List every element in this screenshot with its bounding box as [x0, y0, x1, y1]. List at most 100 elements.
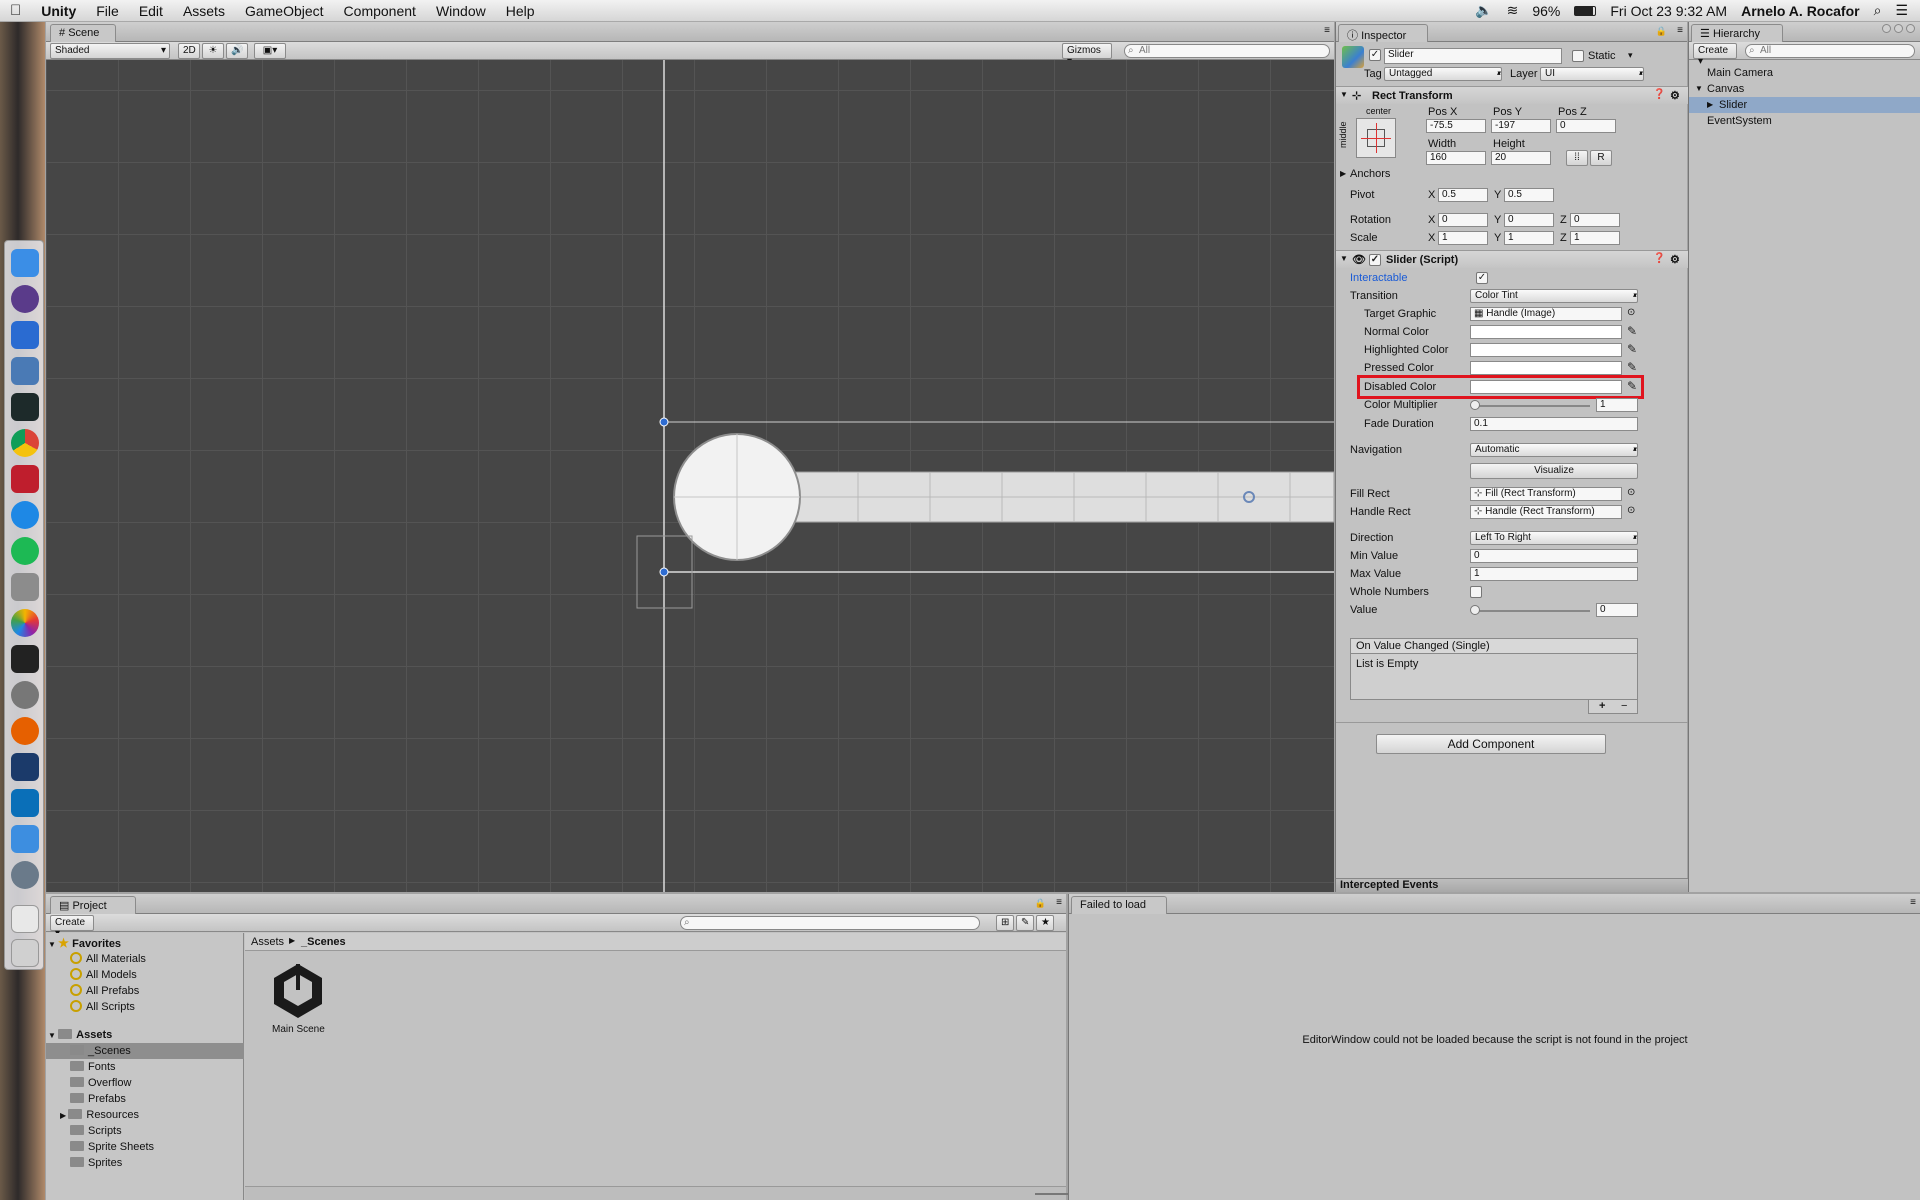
- scene-view[interactable]: [46, 60, 1334, 892]
- object-picker-icon[interactable]: ⊙: [1627, 487, 1635, 498]
- menu-component[interactable]: Component: [334, 3, 426, 19]
- favorite-all-prefabs[interactable]: All Prefabs: [70, 983, 139, 999]
- assets-section[interactable]: ▼ Assets: [48, 1027, 112, 1043]
- breadcrumb-assets[interactable]: Assets: [251, 936, 284, 948]
- tab-hierarchy[interactable]: ☰ Hierarchy: [1691, 24, 1783, 42]
- blueprint-mode-icon[interactable]: ⁞⁞: [1566, 150, 1588, 166]
- window-minimize-icon[interactable]: [1894, 24, 1903, 33]
- value-field[interactable]: 0: [1596, 603, 1638, 617]
- raw-edit-button[interactable]: R: [1590, 150, 1612, 166]
- unity-icon[interactable]: [11, 645, 39, 673]
- menu-gameobject[interactable]: GameObject: [235, 3, 334, 19]
- panel-menu-icon[interactable]: ≡: [1324, 25, 1330, 36]
- object-picker-icon[interactable]: ⊙: [1627, 307, 1635, 318]
- expand-right-icon[interactable]: ▶: [60, 1111, 68, 1120]
- foldout-arrow-icon[interactable]: ▼: [1340, 90, 1348, 99]
- intercepted-events-bar[interactable]: Intercepted Events: [1336, 878, 1688, 892]
- menu-file[interactable]: File: [86, 3, 129, 19]
- folder-prefabs[interactable]: Prefabs: [70, 1091, 126, 1107]
- hierarchy-item-main-camera[interactable]: Main Camera: [1689, 65, 1920, 81]
- object-name-field[interactable]: Slider: [1384, 48, 1562, 64]
- menu-unity[interactable]: Unity: [31, 3, 86, 19]
- rotation-z-field[interactable]: 0: [1570, 213, 1620, 227]
- filezilla-icon[interactable]: [11, 465, 39, 493]
- menu-assets[interactable]: Assets: [173, 3, 235, 19]
- filter-type-icon[interactable]: ⊞: [996, 915, 1014, 931]
- color-multiplier-slider-thumb[interactable]: [1470, 400, 1480, 410]
- breadcrumb-scenes[interactable]: _Scenes: [301, 936, 346, 948]
- notification-center-icon[interactable]: ☰: [1895, 2, 1908, 19]
- project-search-input[interactable]: ⌕: [680, 916, 980, 930]
- scale-y-field[interactable]: 1: [1504, 231, 1554, 245]
- anchors-label[interactable]: Anchors: [1350, 168, 1390, 180]
- xcode-icon[interactable]: [11, 825, 39, 853]
- anchor-preset-button[interactable]: [1356, 118, 1396, 158]
- rotation-y-field[interactable]: 0: [1504, 213, 1554, 227]
- firefox-icon[interactable]: [11, 717, 39, 745]
- pivot-x-field[interactable]: 0.5: [1438, 188, 1488, 202]
- tag-dropdown[interactable]: Untagged: [1384, 67, 1502, 81]
- highlighted-color-swatch[interactable]: [1470, 343, 1622, 357]
- window-zoom-icon[interactable]: [1906, 24, 1915, 33]
- value-slider-thumb[interactable]: [1470, 605, 1480, 615]
- foldout-arrow-icon[interactable]: ▼: [1340, 254, 1348, 263]
- photos-icon[interactable]: [11, 609, 39, 637]
- folder-scenes[interactable]: _Scenes: [46, 1043, 244, 1059]
- hierarchy-item-slider[interactable]: ▶ Slider: [1689, 97, 1920, 113]
- favorite-all-models[interactable]: All Models: [70, 967, 137, 983]
- network-icon[interactable]: [11, 861, 39, 889]
- max-value-field[interactable]: 1: [1470, 567, 1638, 581]
- folder-sprites[interactable]: Sprites: [70, 1155, 122, 1171]
- battery-percent[interactable]: 96%: [1532, 3, 1560, 19]
- pos-x-field[interactable]: -75.5: [1426, 119, 1486, 133]
- interactable-checkbox[interactable]: ✓: [1476, 272, 1488, 284]
- datetime[interactable]: Fri Oct 23 9:32 AM: [1610, 3, 1727, 19]
- favorites-section[interactable]: ▼ ★ Favorites: [48, 935, 121, 951]
- tab-inspector[interactable]: ⓘ Inspector: [1338, 24, 1428, 42]
- color-multiplier-field[interactable]: 1: [1596, 398, 1638, 412]
- folder-fonts[interactable]: Fonts: [70, 1059, 116, 1075]
- pressed-color-swatch[interactable]: [1470, 361, 1622, 375]
- preview-icon[interactable]: [11, 357, 39, 385]
- gear-icon[interactable]: ⚙: [1670, 89, 1680, 102]
- disabled-color-swatch[interactable]: [1470, 380, 1622, 394]
- trash-icon[interactable]: [11, 939, 39, 967]
- target-graphic-field[interactable]: ▦ Handle (Image): [1470, 307, 1622, 321]
- gizmos-dropdown[interactable]: Gizmos ▾: [1062, 43, 1112, 67]
- scale-z-field[interactable]: 1: [1570, 231, 1620, 245]
- remove-event-button[interactable]: −: [1621, 700, 1627, 712]
- favorite-all-scripts[interactable]: All Scripts: [70, 999, 135, 1015]
- visualize-button[interactable]: Visualize: [1470, 463, 1638, 479]
- effects-icon[interactable]: ▣▾: [254, 43, 286, 59]
- favorite-star-icon[interactable]: ★: [1036, 915, 1054, 931]
- scene-search-input[interactable]: ⌕ All: [1124, 44, 1330, 58]
- normal-color-swatch[interactable]: [1470, 325, 1622, 339]
- panel-menu-icon[interactable]: ≡: [1677, 25, 1683, 36]
- spotlight-search-icon[interactable]: ⌕: [1874, 2, 1882, 19]
- panel-menu-icon[interactable]: ≡: [1910, 897, 1916, 908]
- shading-dropdown[interactable]: Shaded ▾: [50, 43, 170, 59]
- value-slider-track[interactable]: [1474, 610, 1590, 612]
- lock-icon[interactable]: 🔒: [1035, 898, 1046, 909]
- pos-z-field[interactable]: 0: [1556, 119, 1616, 133]
- slider-enabled-checkbox[interactable]: ✓: [1369, 254, 1381, 266]
- expand-down-icon[interactable]: ▼: [1695, 81, 1703, 97]
- hierarchy-item-canvas[interactable]: ▼ Canvas: [1689, 81, 1920, 97]
- app-icon[interactable]: [11, 321, 39, 349]
- folder-sprite-sheets[interactable]: Sprite Sheets: [70, 1139, 154, 1155]
- apple-menu-icon[interactable]: : [0, 2, 31, 19]
- asset-main-scene[interactable]: [268, 960, 328, 1020]
- tab-project[interactable]: ▤ Project: [50, 896, 136, 914]
- window-close-icon[interactable]: [1882, 24, 1891, 33]
- finder-icon[interactable]: [11, 249, 39, 277]
- pos-y-field[interactable]: -197: [1491, 119, 1551, 133]
- eyedropper-icon[interactable]: ✎: [1625, 343, 1639, 357]
- anchors-foldout-icon[interactable]: ▶: [1340, 169, 1346, 178]
- folder-scripts[interactable]: Scripts: [70, 1123, 122, 1139]
- github-icon[interactable]: [11, 285, 39, 313]
- add-component-button[interactable]: Add Component: [1376, 734, 1606, 754]
- whole-numbers-checkbox[interactable]: [1470, 586, 1482, 598]
- project-create-dropdown[interactable]: Create ▾: [50, 915, 94, 939]
- volume-icon[interactable]: 🔈: [1475, 2, 1492, 19]
- active-checkbox[interactable]: ✓: [1369, 49, 1381, 61]
